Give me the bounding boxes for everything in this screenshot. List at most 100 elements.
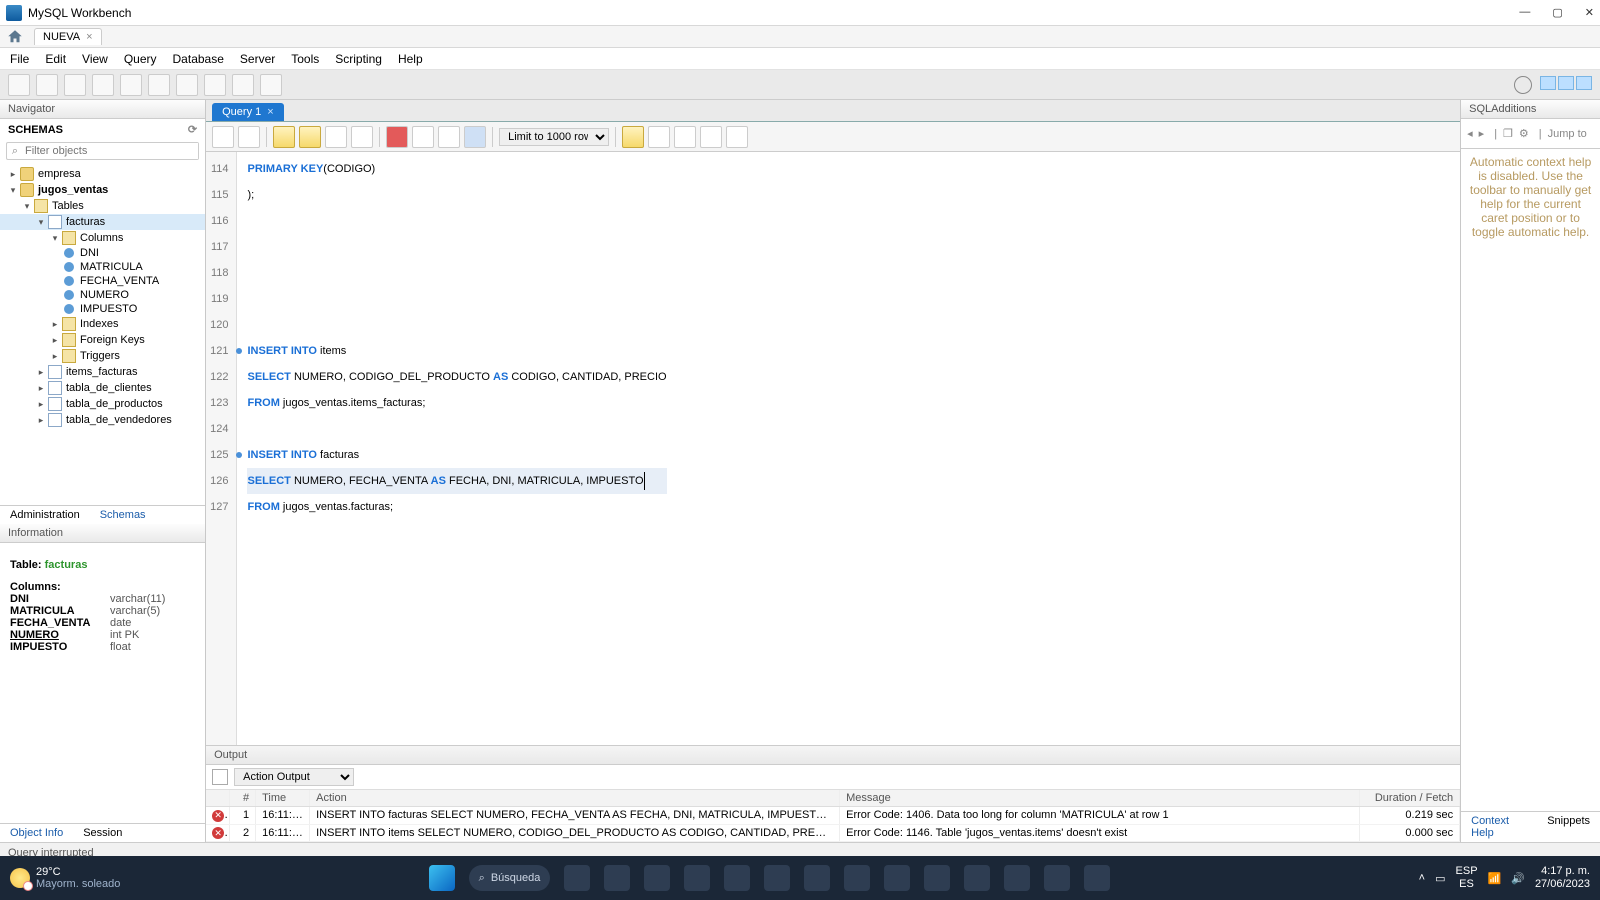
stop-icon[interactable] — [351, 126, 373, 148]
tab-administration[interactable]: Administration — [0, 506, 90, 524]
tree-twisty-icon[interactable] — [48, 319, 62, 330]
tool-icon[interactable] — [92, 74, 114, 96]
column-item[interactable]: NUMERO — [80, 289, 129, 301]
table-item[interactable]: items_facturas — [66, 366, 138, 378]
connection-tab[interactable]: NUEVA × — [34, 28, 102, 45]
clock[interactable]: 4:17 p. m.27/06/2023 — [1535, 865, 1590, 891]
tab-snippets[interactable]: Snippets — [1537, 812, 1600, 842]
close-icon[interactable]: × — [86, 31, 92, 43]
row-limit-select[interactable]: Limit to 1000 rows — [499, 128, 609, 146]
menu-view[interactable]: View — [82, 52, 108, 66]
open-sql-icon[interactable] — [36, 74, 58, 96]
taskbar-app-icon[interactable] — [684, 865, 710, 891]
sql-editor[interactable]: 1141151161171181191201211221231241251261… — [206, 152, 1460, 745]
save-icon[interactable] — [238, 126, 260, 148]
schema-tree[interactable]: empresa jugos_ventas Tables facturas Col… — [0, 164, 205, 505]
schema-filter[interactable]: ⌕ — [6, 142, 199, 160]
taskbar-app-icon[interactable] — [1084, 865, 1110, 891]
taskbar-app-icon[interactable] — [844, 865, 870, 891]
tool-icon[interactable] — [260, 74, 282, 96]
taskbar-app-icon[interactable] — [724, 865, 750, 891]
taskbar-app-icon[interactable] — [1044, 865, 1070, 891]
panel-icon[interactable] — [726, 126, 748, 148]
tray-expand-icon[interactable]: ˄ — [1419, 872, 1425, 884]
menu-database[interactable]: Database — [173, 52, 224, 66]
menu-scripting[interactable]: Scripting — [335, 52, 382, 66]
layout-bottom-icon[interactable] — [1558, 76, 1574, 90]
execute-icon[interactable] — [273, 126, 295, 148]
tool-icon[interactable] — [232, 74, 254, 96]
explain-icon[interactable] — [325, 126, 347, 148]
tool-icon[interactable] — [204, 74, 226, 96]
foreign-keys-node[interactable]: Foreign Keys — [80, 334, 145, 346]
schema-filter-input[interactable] — [23, 143, 198, 159]
taskbar-app-icon[interactable] — [644, 865, 670, 891]
wrap-icon[interactable] — [700, 126, 722, 148]
output-row[interactable]: ✕216:11:04INSERT INTO items SELECT NUMER… — [206, 825, 1460, 843]
minimize-button[interactable]: — — [1519, 6, 1530, 19]
tab-context-help[interactable]: Context Help — [1461, 812, 1537, 842]
table-item[interactable]: tabla_de_clientes — [66, 382, 152, 394]
column-item[interactable]: IMPUESTO — [80, 303, 137, 315]
tree-twisty-icon[interactable] — [48, 233, 62, 244]
taskbar-app-icon[interactable] — [964, 865, 990, 891]
taskbar-app-icon[interactable] — [804, 865, 830, 891]
new-sql-tab-icon[interactable] — [8, 74, 30, 96]
close-button[interactable]: ✕ — [1585, 6, 1594, 19]
column-item[interactable]: MATRICULA — [80, 261, 143, 273]
autocommit-icon[interactable] — [464, 126, 486, 148]
taskbar-app-icon[interactable] — [764, 865, 790, 891]
toggle-icon[interactable] — [386, 126, 408, 148]
windows-taskbar[interactable]: 29°C Mayorm. soleado ⌕ Búsqueda ˄ ▭ ESPE… — [0, 856, 1600, 900]
volume-icon[interactable]: 🔊 — [1511, 872, 1525, 885]
tool-icon[interactable] — [120, 74, 142, 96]
start-icon[interactable] — [429, 865, 455, 891]
schema-item[interactable]: jugos_ventas — [38, 184, 108, 196]
tree-twisty-icon[interactable] — [34, 383, 48, 394]
tree-twisty-icon[interactable] — [34, 399, 48, 410]
maximize-button[interactable]: ▢ — [1552, 6, 1562, 19]
taskbar-search[interactable]: ⌕ Búsqueda — [469, 865, 551, 891]
taskbar-app-icon[interactable] — [1004, 865, 1030, 891]
refresh-icon[interactable] — [1514, 76, 1532, 94]
favorite-icon[interactable] — [622, 126, 644, 148]
tree-twisty-icon[interactable] — [6, 169, 20, 180]
weather-widget[interactable]: 29°C Mayorm. soleado — [10, 866, 120, 890]
taskbar-app-icon[interactable] — [884, 865, 910, 891]
schema-item[interactable]: empresa — [38, 168, 81, 180]
menu-help[interactable]: Help — [398, 52, 423, 66]
execute-current-icon[interactable] — [299, 126, 321, 148]
auto-help-icon[interactable]: ⚙ — [1519, 127, 1529, 140]
tab-schemas[interactable]: Schemas — [90, 506, 156, 524]
beautify-icon[interactable] — [648, 126, 670, 148]
layout-right-icon[interactable] — [1576, 76, 1592, 90]
output-row[interactable]: ✕116:11:00INSERT INTO facturas SELECT NU… — [206, 807, 1460, 825]
taskbar-app-icon[interactable] — [564, 865, 590, 891]
indexes-node[interactable]: Indexes — [80, 318, 119, 330]
rollback-icon[interactable] — [438, 126, 460, 148]
tree-twisty-icon[interactable] — [6, 185, 20, 196]
tool-icon[interactable] — [148, 74, 170, 96]
menu-tools[interactable]: Tools — [291, 52, 319, 66]
tree-twisty-icon[interactable] — [48, 335, 62, 346]
table-item[interactable]: tabla_de_vendedores — [66, 414, 172, 426]
wifi-icon[interactable]: 📶 — [1488, 872, 1502, 885]
columns-node[interactable]: Columns — [80, 232, 123, 244]
tree-twisty-icon[interactable] — [34, 367, 48, 378]
schemas-refresh-icon[interactable]: ⟳ — [188, 123, 197, 136]
menu-file[interactable]: File — [10, 52, 29, 66]
tree-twisty-icon[interactable] — [48, 351, 62, 362]
output-view-icon[interactable] — [212, 769, 228, 785]
tree-twisty-icon[interactable] — [34, 415, 48, 426]
help-icon[interactable]: ❐ — [1503, 127, 1513, 140]
home-icon[interactable] — [6, 28, 24, 46]
menu-server[interactable]: Server — [240, 52, 275, 66]
language-indicator[interactable]: ESPES — [1456, 865, 1478, 891]
layout-left-icon[interactable] — [1540, 76, 1556, 90]
tables-node[interactable]: Tables — [52, 200, 84, 212]
table-item[interactable]: facturas — [66, 216, 105, 228]
output-mode-select[interactable]: Action Output — [234, 768, 354, 786]
tree-twisty-icon[interactable] — [20, 201, 34, 212]
table-item[interactable]: tabla_de_productos — [66, 398, 163, 410]
taskbar-app-icon[interactable] — [924, 865, 950, 891]
